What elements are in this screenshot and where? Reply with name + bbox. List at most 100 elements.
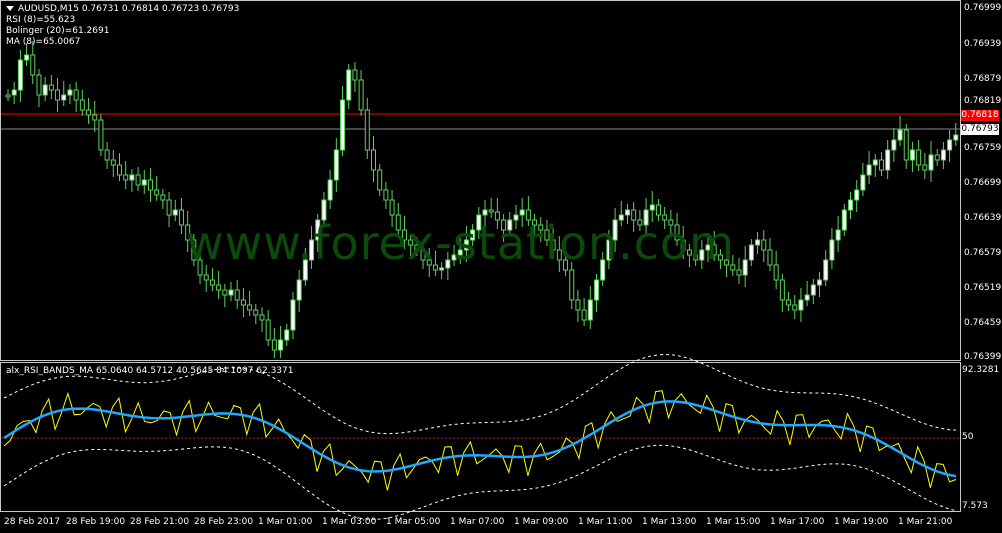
candle-body: [346, 69, 352, 101]
candle-body: [48, 84, 54, 91]
candle-body: [922, 164, 928, 171]
candle-body: [792, 304, 798, 311]
candle-body: [854, 189, 860, 201]
candle-body: [767, 249, 773, 266]
candle-body: [947, 139, 953, 151]
candle-body: [364, 109, 370, 151]
candle-body: [823, 259, 829, 281]
candle-body: [755, 239, 761, 246]
candle-body: [98, 119, 104, 151]
dropdown-triangle-icon[interactable]: [6, 6, 14, 11]
price-tick: 0.76819: [964, 96, 1002, 106]
candle-body: [141, 179, 147, 186]
candle-body: [42, 84, 48, 96]
candle-body: [73, 89, 79, 101]
candle-body: [903, 129, 909, 161]
candle-body: [166, 199, 172, 216]
time-label: 1 Mar 01:00: [258, 517, 313, 527]
candle-body: [377, 169, 383, 191]
candle-body: [786, 299, 792, 306]
candle-body: [259, 314, 265, 321]
time-label: 1 Mar 11:00: [578, 517, 633, 527]
price-tick: 0.76939: [964, 39, 1002, 49]
candle-body: [17, 59, 23, 91]
candle-body: [587, 299, 593, 321]
time-label: 1 Mar 09:00: [514, 517, 569, 527]
price-tick: 0.76699: [964, 178, 1002, 188]
indicator-rsi-label: RSI (8)=55.623: [6, 15, 76, 25]
candle-body: [284, 329, 290, 341]
candle-body: [810, 284, 816, 296]
candle-body: [172, 209, 178, 216]
candle-body: [841, 209, 847, 231]
candle-body: [804, 294, 810, 301]
time-label: 1 Mar 15:00: [706, 517, 761, 527]
candle-body: [482, 209, 488, 216]
candle-body: [154, 189, 160, 196]
candle-body: [897, 129, 903, 141]
candle-body: [253, 309, 259, 316]
time-label: 1 Mar 19:00: [834, 517, 889, 527]
candle-body: [742, 259, 748, 276]
time-label: 1 Mar 13:00: [642, 517, 697, 527]
candle-body: [953, 134, 959, 141]
indicator-scale-top: 92.3281: [962, 365, 1000, 375]
candle-body: [209, 279, 215, 286]
candle-body: [104, 149, 110, 161]
candle-body: [748, 244, 754, 261]
candle-body: [79, 99, 85, 111]
candle-body: [178, 209, 184, 226]
candle-body: [817, 279, 823, 286]
candle-body: [296, 279, 302, 301]
candle-body: [216, 284, 222, 291]
price-tick: 0.76579: [964, 248, 1002, 258]
candle-body: [940, 149, 946, 161]
candle-body: [5, 94, 11, 98]
rsi-ma-line: [3, 400, 957, 478]
candle-body: [773, 264, 779, 281]
price-tick: 0.76399: [964, 352, 1002, 362]
indicator-ma-label: MA (8)=65.0067: [6, 37, 81, 47]
candle-body: [575, 299, 581, 311]
candle-body: [860, 174, 866, 191]
candle-body: [55, 89, 61, 101]
candle-body: [36, 74, 42, 96]
candle-body: [11, 89, 17, 96]
candle-body: [340, 99, 346, 151]
indicator-bollinger-label: Bolinger (20)=61.2691: [6, 26, 110, 36]
candle-body: [67, 89, 73, 96]
candle-body: [389, 199, 395, 216]
candle-body: [123, 174, 129, 181]
candle-body: [240, 299, 246, 306]
candle-body: [147, 179, 153, 191]
symbol-line: AUDUSD,M15 0.76731 0.76814 0.76723 0.767…: [6, 4, 239, 15]
price-tick: 0.76999: [964, 3, 1002, 13]
candle-body: [30, 54, 36, 76]
candle-body: [222, 289, 228, 296]
candle-body: [519, 209, 525, 216]
candle-body: [736, 269, 742, 276]
time-label: 1 Mar 17:00: [770, 517, 825, 527]
candle-body: [829, 239, 835, 261]
indicator-scale-bottom: 7.573: [962, 501, 988, 511]
candle-body: [909, 149, 915, 161]
candle-body: [92, 114, 98, 121]
time-label: 28 Feb 19:00: [66, 517, 126, 527]
candle-body: [327, 179, 333, 201]
candle-body: [761, 239, 767, 251]
candle-body: [916, 149, 922, 166]
watermark: www.forex-station.com: [186, 216, 735, 270]
indicator-title: alx_RSI_BANDS_MA 65.0640 64.5712 40.5645…: [6, 366, 294, 376]
time-label: 1 Mar 05:00: [386, 517, 441, 527]
candle-body: [265, 319, 271, 341]
candle-body: [352, 69, 358, 81]
candle-body: [110, 159, 116, 166]
candle-body: [271, 339, 277, 351]
candle-body: [129, 174, 135, 181]
candle-body: [290, 299, 296, 331]
candle-body: [891, 139, 897, 151]
price-tick: 0.76519: [964, 283, 1002, 293]
time-label: 1 Mar 21:00: [898, 517, 953, 527]
candle-body: [655, 204, 661, 216]
candle-body: [872, 159, 878, 166]
